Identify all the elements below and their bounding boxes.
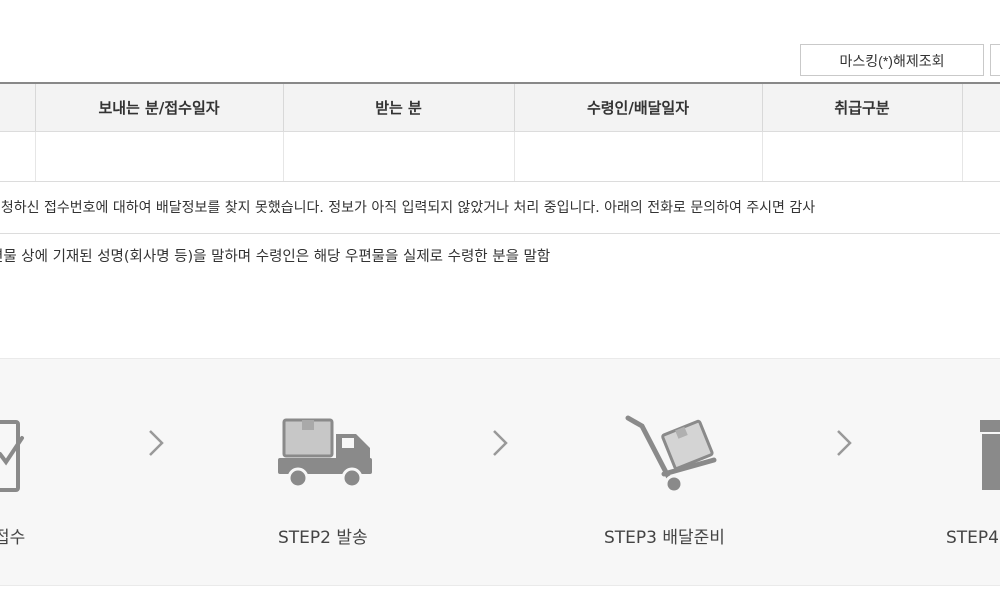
step-4-label: STEP4 <box>946 528 999 548</box>
step-3-label: STEP3 배달준비 <box>604 528 725 548</box>
chevron-right-icon <box>493 430 508 456</box>
tracking-table-header: 보내는 분/접수일자 받는 분 수령인/배달일자 취급구분 <box>0 82 1000 132</box>
delivery-steps-panel <box>0 358 1000 586</box>
gift-box-icon <box>980 420 1000 490</box>
no-result-message: 신청하신 접수번호에 대하여 배달정보를 찾지 못했습니다. 정보가 아직 입력… <box>0 200 816 216</box>
hand-truck-icon <box>625 415 717 494</box>
delivery-truck-icon <box>278 418 372 489</box>
column-divider <box>762 132 763 181</box>
no-result-row: 신청하신 접수번호에 대하여 배달정보를 찾지 못했습니다. 정보가 아직 입력… <box>0 182 1000 234</box>
column-divider <box>35 132 36 181</box>
header-handling-type: 취급구분 <box>834 99 890 117</box>
clipboard-check-icon <box>0 420 24 492</box>
step-2-label: STEP2 발송 <box>278 528 368 548</box>
header-sender-date: 보내는 분/접수일자 <box>98 99 220 117</box>
column-divider <box>962 132 963 181</box>
step-1-label: 접수 <box>0 528 26 548</box>
column-divider <box>283 132 284 181</box>
recipient-definition-note: 편물 상에 기재된 성명(회사명 등)을 말하며 수령인은 해당 우편물을 실제… <box>0 249 551 265</box>
column-divider <box>514 132 515 181</box>
table-row-empty <box>0 132 1000 182</box>
chevron-right-icon <box>837 430 852 456</box>
header-recipient: 받는 분 <box>375 99 422 117</box>
unmask-view-button[interactable]: 마스킹(*)해제조회 <box>800 44 984 76</box>
header-receiver-delivery-date: 수령인/배달일자 <box>586 99 690 117</box>
column-divider <box>962 84 963 131</box>
chevron-right-icon <box>149 430 164 456</box>
next-action-button[interactable] <box>990 44 1000 76</box>
